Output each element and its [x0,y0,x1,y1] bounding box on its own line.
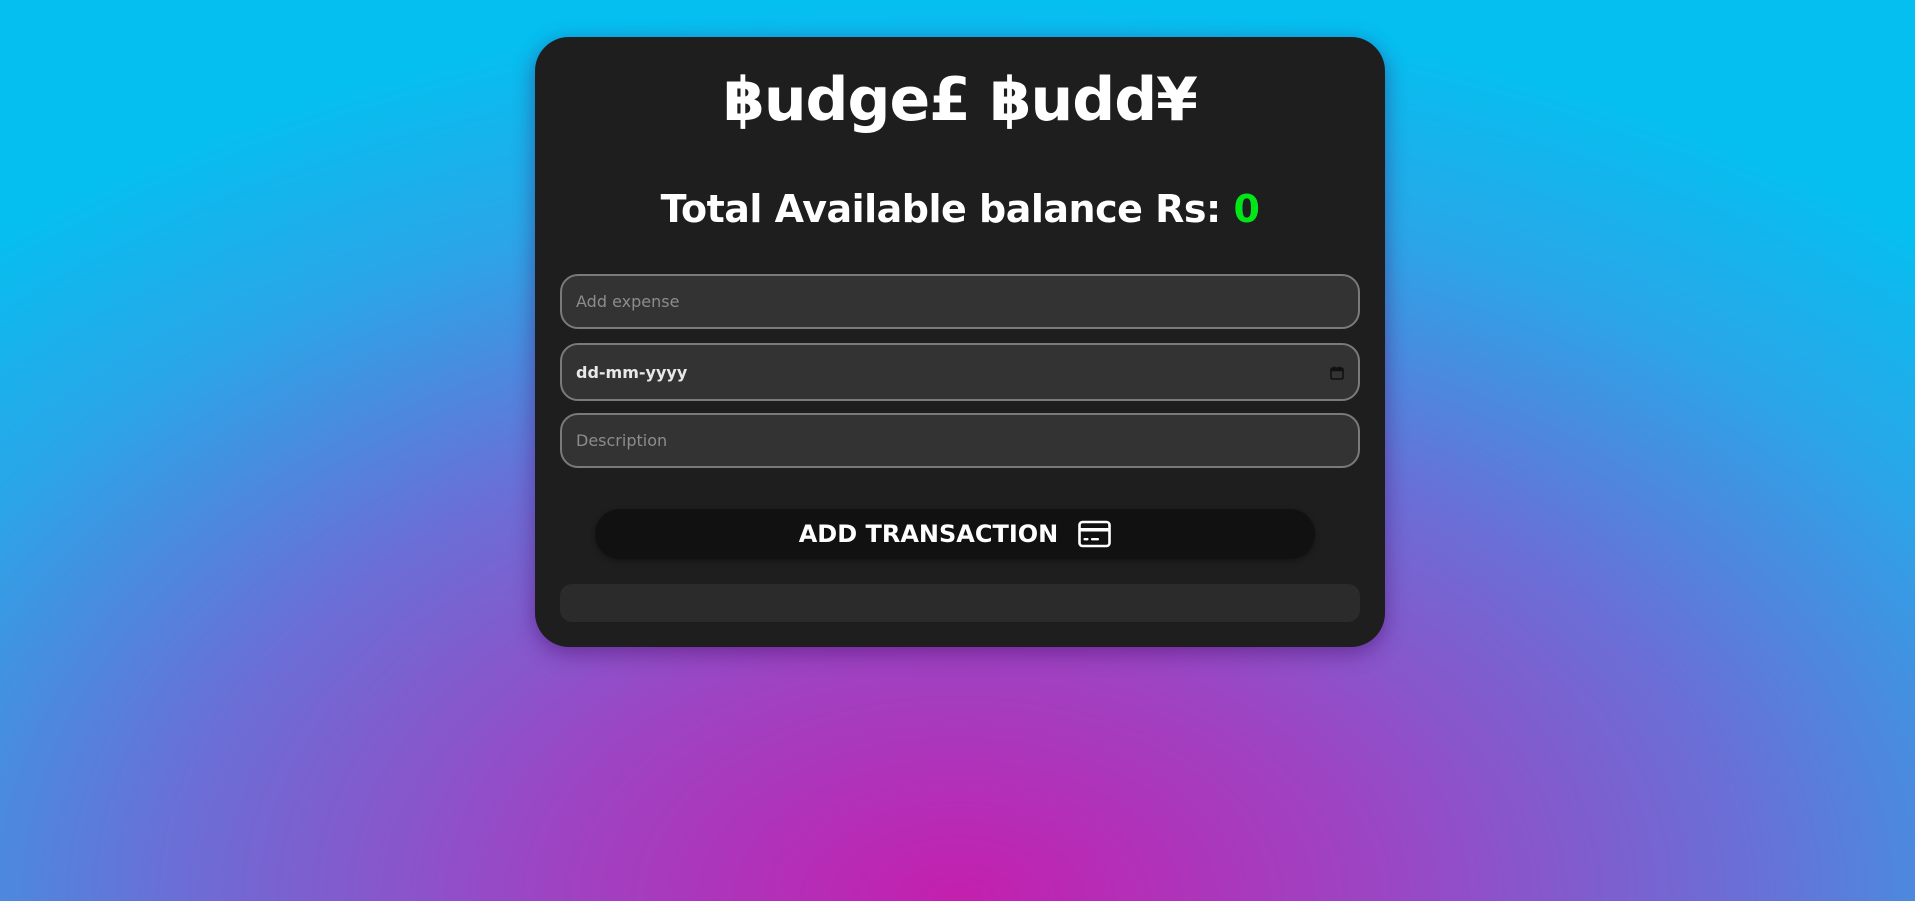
date-input[interactable]: dd-mm-yyyy [560,343,1360,401]
balance-label: Total Available balance Rs: [660,187,1234,231]
credit-card-icon [1078,520,1112,548]
add-transaction-button[interactable]: ADD TRANSACTION [595,509,1315,559]
expense-input[interactable] [560,274,1360,329]
app-title: ฿udge£ ฿udd¥ [723,65,1198,135]
balance-amount: 0 [1233,187,1260,231]
budget-card: ฿udge£ ฿udd¥ Total Available balance Rs:… [535,37,1385,647]
transactions-list [560,584,1360,622]
balance-line: Total Available balance Rs: 0 [535,187,1385,233]
calendar-icon[interactable] [1330,365,1344,380]
date-value: dd-mm-yyyy [576,362,688,382]
description-input[interactable] [560,413,1360,468]
add-transaction-label: ADD TRANSACTION [798,520,1059,548]
